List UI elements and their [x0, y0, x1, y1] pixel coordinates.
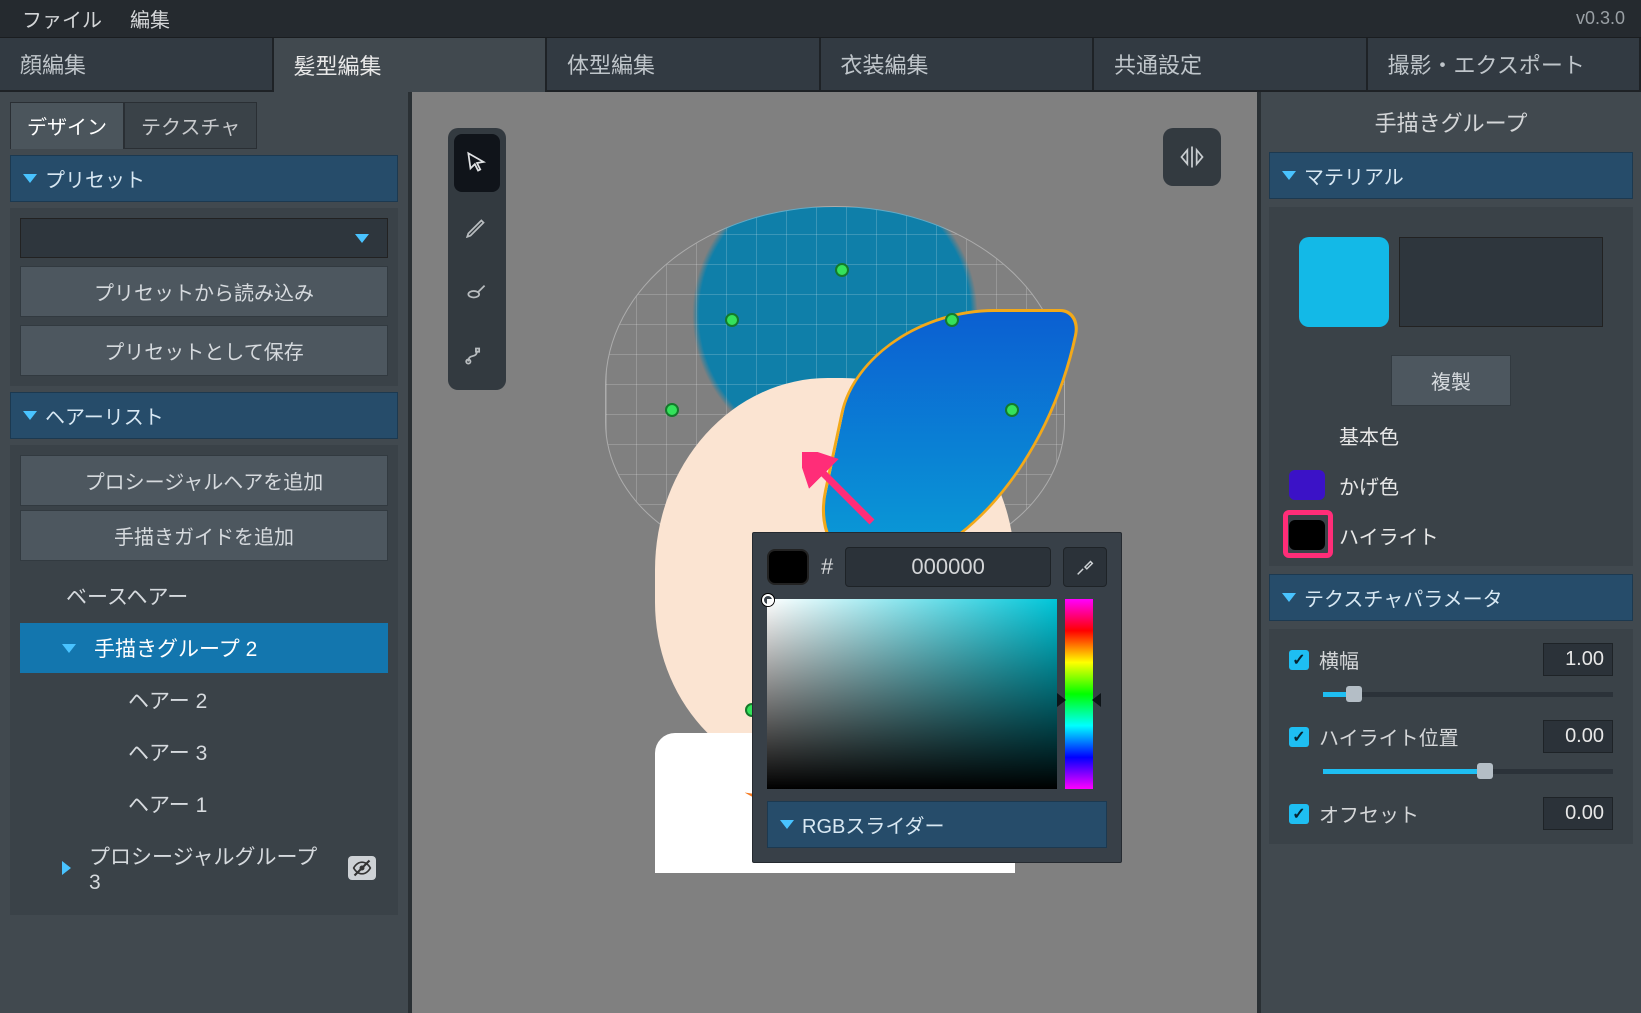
tool-curve[interactable]	[454, 326, 500, 384]
add-procedural-button[interactable]: プロシージャルヘアを追加	[20, 455, 388, 506]
menu-edit[interactable]: 編集	[116, 0, 184, 39]
preset-header-label: プリセット	[45, 164, 145, 193]
param-hlpos-value[interactable]: 0.00	[1543, 720, 1613, 753]
chevron-down-icon	[62, 644, 76, 653]
chevron-down-icon	[355, 234, 369, 243]
list-item-handgroup[interactable]: 手描きグループ 2	[20, 623, 388, 673]
param-hlpos-label: ハイライト位置	[1319, 722, 1533, 751]
chevron-down-icon	[1282, 593, 1296, 602]
list-item-hair2[interactable]: ヘアー 2	[20, 675, 388, 725]
tool-brush[interactable]	[454, 262, 500, 320]
tool-select[interactable]	[454, 134, 500, 192]
subtab-design[interactable]: デザイン	[10, 102, 124, 149]
list-item-label: プロシージャルグループ 3	[89, 841, 330, 895]
chevron-down-icon	[780, 820, 794, 829]
checkbox-width[interactable]: ✓	[1289, 650, 1309, 670]
list-item-procgroup[interactable]: プロシージャルグループ 3	[20, 831, 388, 905]
left-subtabs: デザイン テクスチャ	[10, 102, 398, 149]
sv-cursor[interactable]	[762, 594, 774, 606]
sv-field[interactable]	[767, 599, 1057, 789]
subtab-texture[interactable]: テクスチャ	[124, 102, 257, 149]
version-label: v0.3.0	[1576, 8, 1633, 29]
param-offset-row: ✓ オフセット 0.00	[1279, 793, 1623, 834]
chevron-down-icon	[23, 174, 37, 183]
color-picker: # 000000 RGBスライダー	[752, 532, 1122, 863]
hair-list: ベースヘアー 手描きグループ 2 ヘアー 2 ヘアー 3 ヘアー 1 プロシージ…	[20, 571, 388, 905]
material-body: 複製 基本色 かげ色 ハイライト	[1269, 207, 1633, 566]
list-item-hair1[interactable]: ヘアー 1	[20, 779, 388, 829]
color-swatch	[767, 549, 809, 585]
hairlist-body: プロシージャルヘアを追加 手描きガイドを追加 ベースヘアー 手描きグループ 2 …	[10, 445, 398, 915]
texparam-header-label: テクスチャパラメータ	[1304, 583, 1503, 612]
annotation-arrow-icon	[802, 452, 882, 532]
main-tabs: 顔編集 髪型編集 体型編集 衣装編集 共通設定 撮影・エクスポート	[0, 38, 1641, 92]
param-width-row: ✓ 横幅 1.00	[1279, 639, 1623, 680]
rgb-slider-header[interactable]: RGBスライダー	[767, 801, 1107, 848]
right-panel: 手描きグループ マテリアル 複製 基本色 かげ色 ハイライト	[1261, 92, 1641, 1013]
tab-face[interactable]: 顔編集	[0, 38, 274, 92]
base-color-label: 基本色	[1339, 421, 1399, 450]
preset-header[interactable]: プリセット	[10, 155, 398, 202]
tool-pencil[interactable]	[454, 198, 500, 256]
shade-color-label: かげ色	[1339, 471, 1399, 500]
base-color-chip[interactable]	[1289, 420, 1325, 450]
duplicate-button[interactable]: 複製	[1391, 355, 1511, 406]
param-hlpos-row: ✓ ハイライト位置 0.00	[1279, 716, 1623, 757]
hex-input[interactable]: 000000	[845, 547, 1051, 587]
param-width-value[interactable]: 1.00	[1543, 643, 1613, 676]
preset-load-button[interactable]: プリセットから読み込み	[20, 266, 388, 317]
hue-cursor-right-icon	[1092, 693, 1101, 707]
hairlist-header[interactable]: ヘアーリスト	[10, 392, 398, 439]
chevron-down-icon	[23, 411, 37, 420]
menubar: ファイル 編集 v0.3.0	[0, 0, 1641, 38]
highlight-color-row[interactable]: ハイライト	[1279, 514, 1623, 556]
hue-slider[interactable]	[1065, 599, 1093, 789]
add-guide-button[interactable]: 手描きガイドを追加	[20, 510, 388, 561]
chevron-right-icon	[62, 861, 71, 875]
viewport[interactable]: # 000000 RGBスライダー	[408, 92, 1261, 1013]
visibility-off-icon[interactable]	[348, 856, 376, 880]
highlight-frame-icon	[1283, 510, 1333, 558]
checkbox-hlpos[interactable]: ✓	[1289, 727, 1309, 747]
tab-body[interactable]: 体型編集	[547, 38, 821, 92]
preset-body: プリセットから読み込み プリセットとして保存	[10, 208, 398, 386]
base-color-row[interactable]: 基本色	[1279, 414, 1623, 456]
texparam-header[interactable]: テクスチャパラメータ	[1269, 574, 1633, 621]
right-title: 手描きグループ	[1269, 100, 1633, 144]
shade-color-chip[interactable]	[1289, 470, 1325, 500]
tab-clothes[interactable]: 衣装編集	[821, 38, 1095, 92]
tool-column	[448, 128, 506, 390]
chevron-down-icon	[1282, 171, 1296, 180]
list-item-hair3[interactable]: ヘアー 3	[20, 727, 388, 777]
material-header[interactable]: マテリアル	[1269, 152, 1633, 199]
menu-file[interactable]: ファイル	[8, 0, 116, 39]
tab-common[interactable]: 共通設定	[1094, 38, 1368, 92]
param-width-label: 横幅	[1319, 645, 1533, 674]
left-panel: デザイン テクスチャ プリセット プリセットから読み込み プリセットとして保存 …	[0, 92, 408, 1013]
material-swatch[interactable]	[1299, 237, 1389, 327]
rgb-slider-label: RGBスライダー	[802, 810, 945, 839]
param-offset-value[interactable]: 0.00	[1543, 797, 1613, 830]
param-offset-label: オフセット	[1319, 799, 1533, 828]
hairlist-header-label: ヘアーリスト	[45, 401, 164, 430]
shade-color-row[interactable]: かげ色	[1279, 464, 1623, 506]
mirror-button[interactable]	[1163, 128, 1221, 186]
tab-hair[interactable]: 髪型編集	[274, 38, 548, 92]
preset-dropdown[interactable]	[20, 218, 388, 258]
tab-export[interactable]: 撮影・エクスポート	[1368, 38, 1641, 92]
material-header-label: マテリアル	[1304, 161, 1404, 190]
checkbox-offset[interactable]: ✓	[1289, 804, 1309, 824]
slider-hlpos[interactable]	[1323, 761, 1613, 781]
texparam-body: ✓ 横幅 1.00 ✓ ハイライト位置 0.00 ✓ オフセット 0.00	[1269, 629, 1633, 844]
list-item-base[interactable]: ベースヘアー	[20, 571, 388, 621]
slider-width[interactable]	[1323, 684, 1613, 704]
material-dropdown[interactable]	[1399, 237, 1603, 327]
list-item-label: 手描きグループ 2	[94, 633, 257, 663]
highlight-color-label: ハイライト	[1339, 521, 1439, 550]
hue-cursor-left-icon	[1057, 693, 1066, 707]
preset-save-button[interactable]: プリセットとして保存	[20, 325, 388, 376]
eyedropper-button[interactable]	[1063, 547, 1107, 587]
hash-label: #	[821, 554, 833, 580]
